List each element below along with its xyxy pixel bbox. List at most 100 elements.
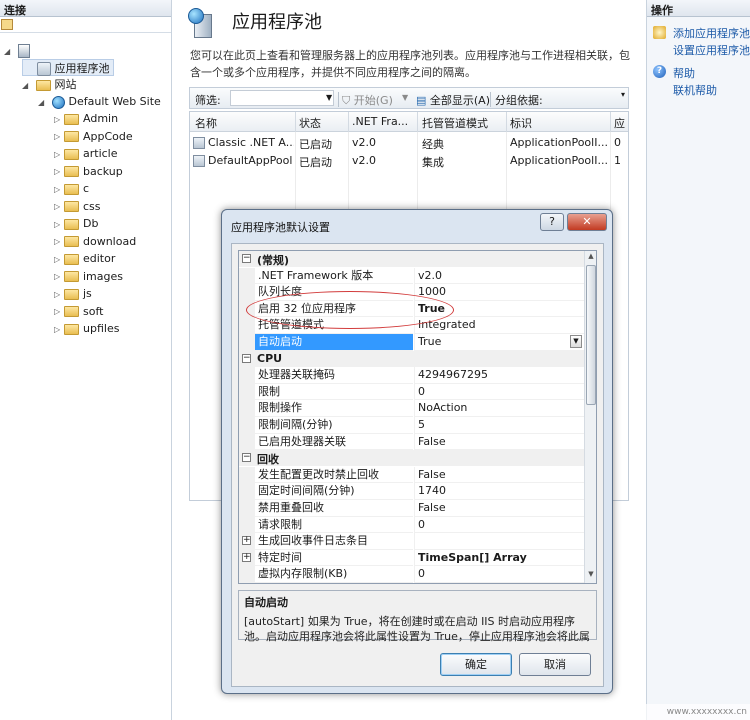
filter-input[interactable] <box>230 90 334 106</box>
tree-item-folder[interactable]: ▷ article <box>54 145 118 162</box>
expand-icon[interactable]: ▷ <box>54 163 64 180</box>
scroll-down-icon[interactable]: ▼ <box>586 570 596 582</box>
add-app-pool-link[interactable]: 添加应用程序池... <box>673 25 750 41</box>
filter-dropdown-icon[interactable]: ▼ <box>326 93 332 102</box>
scroll-thumb[interactable] <box>586 265 596 405</box>
property-row[interactable]: 自动启动 True ▼ <box>239 334 584 351</box>
property-value[interactable]: 0 <box>414 566 584 583</box>
property-row[interactable]: .NET Framework 版本 v2.0 <box>239 267 584 285</box>
property-row[interactable]: 限制 0 <box>239 383 584 401</box>
tree-item-folder[interactable]: ▷ js <box>54 285 92 302</box>
property-row[interactable]: 禁用重叠回收 False <box>239 500 584 517</box>
value-dropdown-icon[interactable]: ▼ <box>570 335 582 348</box>
new-connection-icon[interactable] <box>1 19 13 30</box>
tree-item-folder[interactable]: ▷ upfiles <box>54 320 119 337</box>
tree-item-folder[interactable]: ▷ backup <box>54 163 123 180</box>
property-row[interactable]: 请求限制 0 <box>239 516 584 534</box>
tree-item-folder[interactable]: ▷ images <box>54 268 123 285</box>
tree-item-folder[interactable]: ▷ c <box>54 180 89 197</box>
property-row[interactable]: 队列长度 1000 <box>239 284 584 301</box>
tree-server-node[interactable]: ◢ <box>4 42 34 59</box>
start-filter-button[interactable]: ⛉ 开始(G) <box>342 92 393 108</box>
property-value[interactable]: False <box>414 433 584 451</box>
column-header-status[interactable]: 状态 <box>299 115 321 131</box>
ok-button[interactable]: 确定 <box>440 653 512 676</box>
tree-item-folder[interactable]: ▷ editor <box>54 250 115 267</box>
collapse-icon[interactable]: − <box>242 353 251 363</box>
dialog-close-button[interactable]: ✕ <box>567 213 607 231</box>
property-row[interactable]: 托管管道模式 Integrated <box>239 317 584 334</box>
expand-icon[interactable]: + <box>242 536 251 546</box>
dialog-help-button[interactable]: ? <box>540 213 564 231</box>
property-grid-scrollbar[interactable]: ▲ ▼ <box>584 251 596 583</box>
expand-icon[interactable]: ▷ <box>54 268 64 285</box>
tree-item-folder[interactable]: ▷ download <box>54 233 136 250</box>
collapse-icon[interactable]: ◢ <box>4 43 14 60</box>
property-value[interactable]: 1740 <box>414 483 584 500</box>
column-header-apps[interactable]: 应 <box>614 115 625 131</box>
expand-icon[interactable]: ▷ <box>54 146 64 163</box>
property-row[interactable]: + 生成回收事件日志条目 <box>239 533 584 550</box>
property-row[interactable]: 处理器关联掩码 4294967295 <box>239 367 584 384</box>
set-defaults-link[interactable]: 设置应用程序池默认设置... <box>673 42 750 58</box>
property-row[interactable]: 限制操作 NoAction <box>239 400 584 417</box>
expand-icon[interactable]: ▷ <box>54 233 64 250</box>
tree-item-folder[interactable]: ▷ Db <box>54 215 98 232</box>
column-header-net-framework[interactable]: .NET Fra... <box>352 115 408 128</box>
property-value[interactable]: False <box>414 466 584 484</box>
property-value[interactable]: 5 <box>414 417 584 434</box>
property-row[interactable]: + 特定时间 TimeSpan[] Array <box>239 549 584 567</box>
expand-icon[interactable]: ▷ <box>54 251 64 268</box>
table-row[interactable]: Classic .NET A... 已启动 v2.0 经典 Applicatio… <box>190 134 628 152</box>
tree-item-folder[interactable]: ▷ Admin <box>54 110 118 127</box>
collapse-icon[interactable]: ◢ <box>38 94 48 111</box>
tree-item-default-web-site[interactable]: ◢ Default Web Site <box>38 93 161 110</box>
property-value[interactable]: True <box>414 334 584 351</box>
scroll-up-icon[interactable]: ▲ <box>586 252 596 264</box>
property-row[interactable]: 固定时间间隔(分钟) 1740 <box>239 483 584 500</box>
column-header-pipeline-mode[interactable]: 托管管道模式 <box>422 115 488 131</box>
property-value[interactable]: 0 <box>414 516 584 534</box>
expand-icon[interactable]: ▷ <box>54 303 64 320</box>
property-row[interactable]: 启用 32 位应用程序 True <box>239 300 584 318</box>
tree-item-folder[interactable]: ▷ AppCode <box>54 128 133 145</box>
collapse-icon[interactable]: − <box>242 453 251 463</box>
expand-icon[interactable]: + <box>242 552 251 562</box>
column-header-name[interactable]: 名称 <box>195 115 217 131</box>
property-value[interactable] <box>414 533 584 550</box>
property-value[interactable]: True <box>414 300 584 318</box>
property-row[interactable]: 限制间隔(分钟) 5 <box>239 417 584 434</box>
help-link[interactable]: 帮助 <box>673 65 695 81</box>
category-cpu[interactable]: − CPU <box>239 350 584 367</box>
tree-item-folder[interactable]: ▷ css <box>54 198 101 215</box>
expand-icon[interactable]: ▷ <box>54 111 64 128</box>
start-dropdown-icon[interactable]: ▼ <box>402 93 408 102</box>
expand-icon[interactable]: ▷ <box>54 286 64 303</box>
collapse-icon[interactable]: − <box>242 254 251 263</box>
property-value[interactable]: 0 <box>414 383 584 401</box>
tree-item-folder[interactable]: ▷ soft <box>54 303 103 320</box>
tree-item-app-pools[interactable]: 应用程序池 <box>22 59 114 76</box>
expand-icon[interactable]: ▷ <box>54 321 64 338</box>
column-header-identity[interactable]: 标识 <box>510 115 532 131</box>
expand-icon[interactable]: ▷ <box>54 181 64 198</box>
property-value[interactable]: Integrated <box>414 317 584 334</box>
property-row[interactable]: 虚拟内存限制(KB) 0 <box>239 566 584 583</box>
table-row[interactable]: DefaultAppPool 已启动 v2.0 集成 ApplicationPo… <box>190 152 628 170</box>
toolbar-overflow-icon[interactable]: ▾ <box>621 90 625 99</box>
property-value[interactable]: NoAction <box>414 400 584 417</box>
property-row[interactable]: 已启用处理器关联 False <box>239 433 584 451</box>
collapse-icon[interactable]: ◢ <box>22 77 32 94</box>
expand-icon[interactable]: ▷ <box>54 198 64 215</box>
online-help-link[interactable]: 联机帮助 <box>673 82 717 98</box>
cancel-button[interactable]: 取消 <box>519 653 591 676</box>
property-value[interactable]: v2.0 <box>414 267 584 285</box>
expand-icon[interactable]: ▷ <box>54 128 64 145</box>
property-value[interactable]: TimeSpan[] Array <box>414 549 584 567</box>
show-all-button[interactable]: ▤ 全部显示(A) <box>416 92 490 108</box>
property-value[interactable]: 4294967295 <box>414 367 584 384</box>
expand-icon[interactable]: ▷ <box>54 216 64 233</box>
category-recycling[interactable]: − 回收 <box>239 450 584 467</box>
property-value[interactable]: False <box>414 500 584 517</box>
tree-item-sites[interactable]: ◢ 网站 <box>22 76 77 93</box>
